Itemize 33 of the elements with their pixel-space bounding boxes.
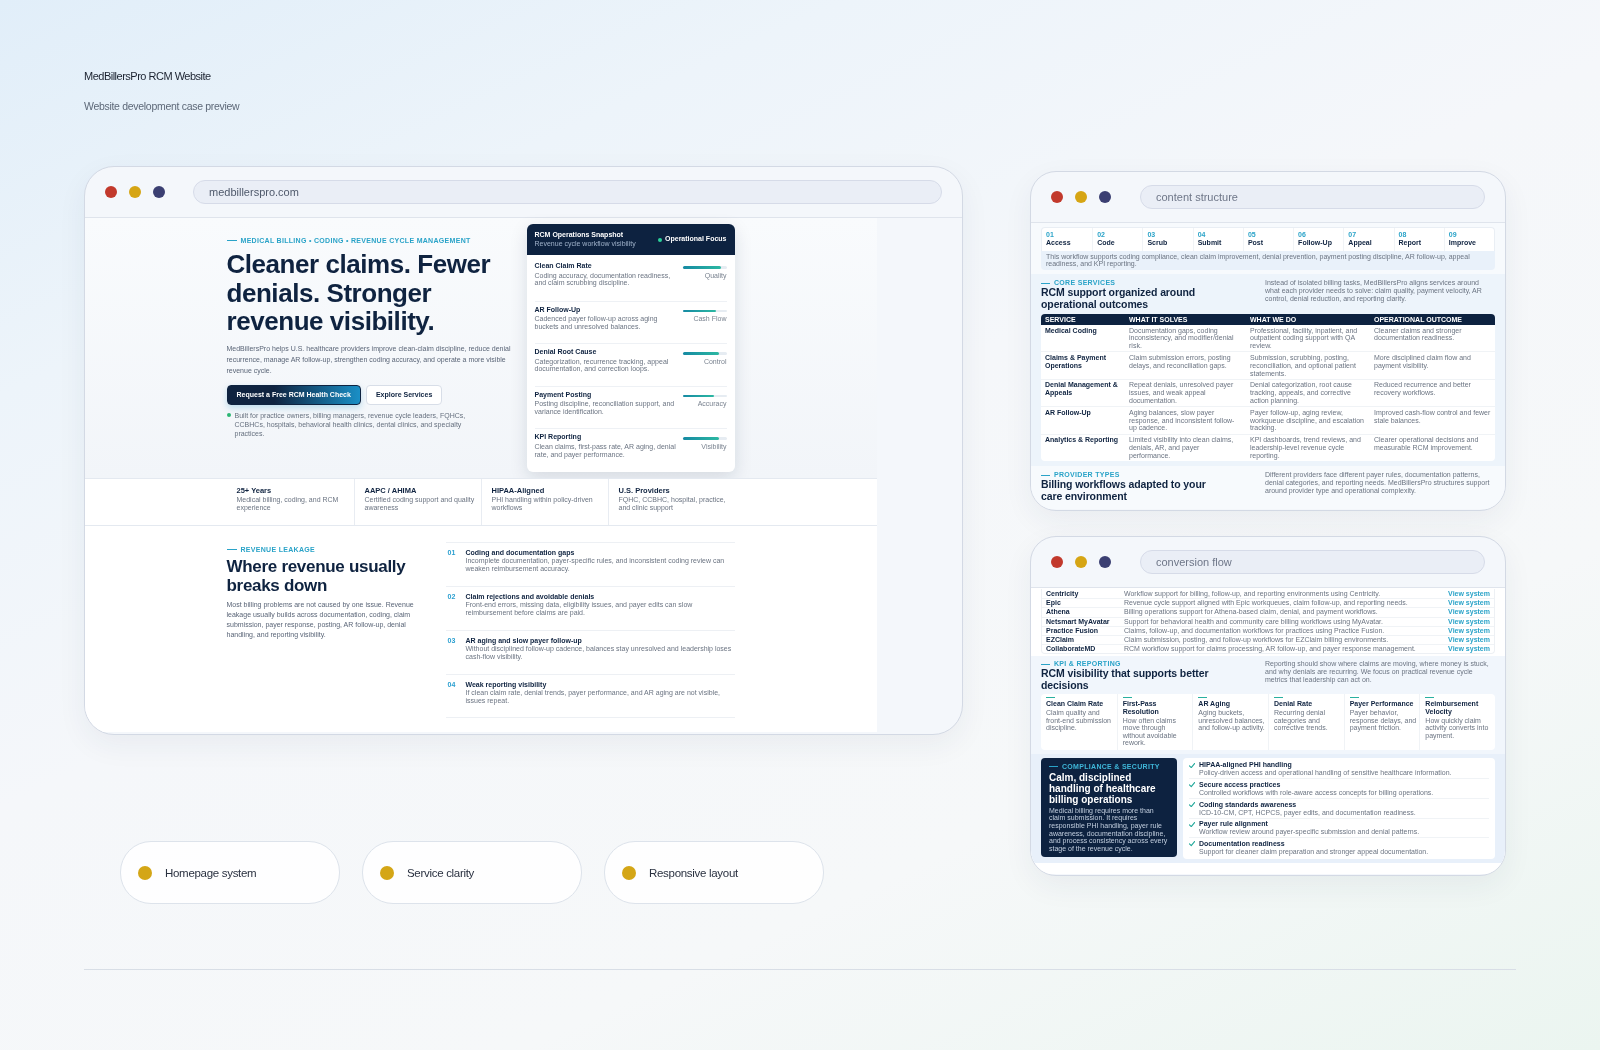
dot-icon	[138, 865, 152, 880]
section-heading: RCM visibility that supports better decisions	[1041, 668, 1210, 692]
card-heading: Calm, disciplined handling of healthcare billing operations	[1049, 771, 1157, 805]
section-heading: Billing workflows adapted to your care environment	[1041, 479, 1207, 503]
page-title: MedBillersPro RCM Website	[84, 69, 212, 83]
window-dot-icon	[1075, 556, 1087, 568]
feature-label: Service clarity	[407, 865, 475, 880]
status-dot-icon	[658, 237, 663, 242]
window-dot-icon	[1099, 556, 1111, 568]
dot-icon	[380, 865, 394, 880]
hero-headline: Cleaner claims. Fewer denials. Stronger revenue visibility.	[226, 250, 492, 336]
feature-label: Homepage system	[165, 865, 257, 880]
feature-label: Responsive layout	[649, 865, 738, 880]
window-dot-icon	[1099, 191, 1111, 203]
window-dot-icon	[1051, 556, 1063, 568]
status-dot-icon	[226, 413, 231, 417]
window-dot-icon	[1051, 191, 1063, 203]
check-icon	[1189, 782, 1195, 788]
check-icon	[1189, 762, 1195, 769]
dot-icon	[622, 865, 636, 880]
check-icon	[1189, 821, 1195, 827]
window-dot-icon	[129, 186, 141, 198]
address-bar[interactable]: conversion flow	[1140, 550, 1485, 574]
page-subtitle: Website development case preview	[84, 99, 241, 113]
check-icon	[1189, 841, 1195, 847]
address-bar[interactable]: content structure	[1140, 185, 1485, 209]
window-dot-icon	[153, 186, 165, 198]
window-dot-icon	[105, 186, 117, 198]
section-heading: RCM support organized around operational outcomes	[1041, 287, 1197, 311]
check-icon	[1189, 802, 1195, 808]
address-bar[interactable]: medbillerspro.com	[193, 180, 942, 204]
window-dot-icon	[1075, 191, 1087, 203]
section-heading: Where revenue usually breaks down	[226, 557, 407, 595]
